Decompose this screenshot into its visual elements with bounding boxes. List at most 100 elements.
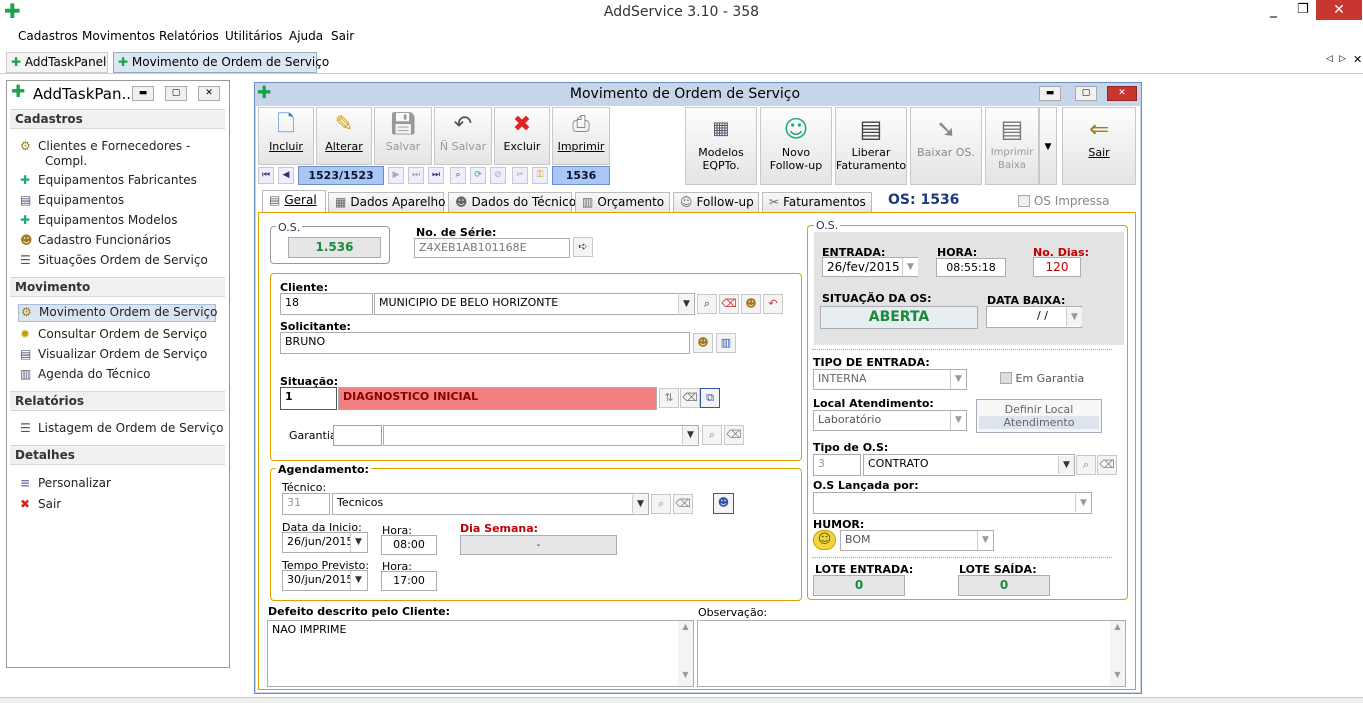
tab-faturamentos[interactable]: ✂ Faturamentos [762,192,872,212]
observacao-textarea[interactable] [697,620,1126,687]
menu-relatorios[interactable]: Relatórios [159,29,219,43]
situacao-sort-button[interactable]: ⇅ [659,388,679,408]
sidebar-item-personalizar[interactable]: ≡ Personalizar [20,476,111,490]
solicitante-user-button[interactable]: ☻ [693,333,713,353]
tab-followup[interactable]: ☺ Follow-up [673,192,759,212]
observacao-scrollbar[interactable]: ▲ ▼ [1110,621,1125,686]
hora-inicio-field[interactable]: 08:00 [381,535,437,555]
tab-dados-tecnico[interactable]: ☻ Dados do Técnico [448,192,576,212]
win-restore-button[interactable]: ▢ [1075,86,1097,101]
panel-minimize-button[interactable]: ▬ [132,86,154,101]
refresh-icon[interactable]: ⟳ [470,167,486,184]
tab-scroll-right-icon[interactable]: ▷ [1339,54,1346,64]
chevron-down-icon[interactable]: ▼ [950,411,966,430]
sidebar-item-fabricantes[interactable]: ✚ Equipamentos Fabricantes [20,173,197,187]
close-button[interactable]: ✕ [1316,0,1362,20]
nav-prev-button[interactable]: ◀ [278,167,294,184]
tab-geral[interactable]: ▤ Geral [262,190,326,212]
chevron-down-icon[interactable]: ▼ [678,295,694,313]
cliente-users-button[interactable]: ☻ [741,294,761,314]
keys-icon[interactable]: ⚿ [532,167,548,184]
modelos-eqpto-button[interactable]: ▦ Modelos EQPTo. [685,107,757,185]
tab-dados-aparelho[interactable]: ▦ Dados Aparelho [328,192,445,212]
nav-first-button[interactable]: ⏮ [258,167,274,184]
chevron-down-icon[interactable]: ▼ [350,571,366,590]
tipo-os-select[interactable]: CONTRATO [863,454,1075,476]
tecnico-code-field[interactable]: 31 [282,493,330,515]
em-garantia-checkbox[interactable]: Em Garantia [1000,372,1084,385]
doc-tab-movimento[interactable]: ✚ Movimento de Ordem de Serviço [113,52,329,73]
sidebar-item-agenda[interactable]: ▥ Agenda do Técnico [20,367,151,381]
serie-field[interactable]: Z4XEB1AB101168E [414,238,570,258]
sidebar-item-listagem[interactable]: ☰ Listagem de Ordem de Serviço [20,421,223,435]
tab-orcamento[interactable]: ▥ Orçamento [575,192,670,212]
nav-last-button[interactable]: ⏭ [408,167,424,184]
sair-button[interactable]: ⇐ Sair [1062,107,1136,185]
excluir-button[interactable]: ✖ Excluir [494,107,550,165]
sidebar-item-consultar-os[interactable]: ✹ Consultar Ordem de Serviço [20,327,207,341]
menu-ajuda[interactable]: Ajuda [289,29,323,43]
os-impressa-checkbox[interactable]: OS Impressa [1018,194,1109,208]
imprimir-baixa-dropdown[interactable]: ▼ [1039,107,1057,185]
sidebar-item-situacoes[interactable]: ☰ Situações Ordem de Serviço [20,253,208,267]
menu-utilitarios[interactable]: Utilitários [225,29,282,43]
minimize-button[interactable]: _ [1270,2,1277,18]
sidebar-item-visualizar-os[interactable]: ▤ Visualizar Ordem de Serviço [20,347,207,361]
nav-end-button[interactable]: ⏭ [428,167,444,184]
situacao-code-field[interactable]: 1 [280,387,337,410]
tools-icon[interactable]: ✂ [512,167,528,184]
baixar-os-button[interactable]: ➘ Baixar OS. [910,107,982,185]
doc-tab-addtaskpanel[interactable]: ✚ AddTaskPanel [6,52,108,73]
imprimir-button[interactable]: ⎙ Imprimir [552,107,610,165]
chevron-down-icon[interactable]: ▼ [350,533,366,552]
win-minimize-button[interactable]: ▬ [1039,86,1061,101]
liberar-faturamento-button[interactable]: ▤ Liberar Faturamento [835,107,907,185]
salvar-button[interactable]: 💾︎ Salvar [374,107,432,165]
menu-movimentos[interactable]: Movimentos [82,29,155,43]
cliente-back-button[interactable]: ↶ [763,294,783,314]
imprimir-baixa-button[interactable]: ▤ Imprimir Baixa [985,107,1039,185]
garantia-select[interactable] [383,425,699,446]
local-select[interactable]: Laboratório [813,410,967,431]
cliente-search-button[interactable]: ⌕ [697,294,717,314]
tab-close-icon[interactable]: ✕ [1353,53,1362,66]
chevron-down-icon[interactable]: ▼ [977,531,993,550]
sidebar-item-clientes-line2[interactable]: Compl. [45,154,87,168]
situacao-copy-button[interactable]: ⧉ [700,388,720,408]
hora-fim-field[interactable]: 17:00 [381,571,437,591]
tecnico-eraser-button[interactable]: ⌫ [673,494,693,514]
garantia-code-field[interactable] [333,425,382,446]
sidebar-item-movimento-os[interactable]: ⚙ Movimento Ordem de Serviço [18,304,217,322]
tipo-os-eraser-button[interactable]: ⌫ [1097,455,1117,475]
serie-go-button[interactable]: ➪ [573,237,593,257]
chevron-down-icon[interactable]: ▼ [950,370,966,389]
incluir-button[interactable]: 🗋 Incluir [258,107,314,165]
humor-select[interactable]: BOM [840,530,994,551]
situacao-eraser-button[interactable]: ⌫ [680,388,700,408]
sidebar-item-modelos[interactable]: ✚ Equipamentos Modelos [20,213,178,227]
sidebar-item-clientes[interactable]: ⚙ Clientes e Fornecedores - [20,139,190,153]
novo-followup-button[interactable]: ☺ Novo Follow-up [760,107,832,185]
panel-close-button[interactable]: ✕ [198,86,220,101]
cliente-code-field[interactable]: 18 [280,293,373,315]
cliente-name-select[interactable]: MUNICIPIO DE BELO HORIZONTE [374,293,695,315]
win-close-button[interactable]: ✕ [1107,86,1137,101]
panel-restore-button[interactable]: ▢ [165,86,187,101]
chevron-down-icon[interactable]: ▼ [1058,456,1074,474]
tab-scroll-left-icon[interactable]: ◁ [1326,54,1333,64]
chevron-down-icon[interactable]: ▼ [632,495,648,513]
solicitante-field[interactable]: BRUNO [280,332,690,354]
solicitante-book-button[interactable]: ▥ [716,333,736,353]
tecnico-search-button[interactable]: ⌕ [651,494,671,514]
sidebar-item-equipamentos[interactable]: ▤ Equipamentos [20,193,124,207]
restore-button[interactable]: ❐ [1297,2,1309,17]
defeito-scrollbar[interactable]: ▲ ▼ [678,621,693,686]
defeito-textarea[interactable]: NAO IMPRIME [267,620,694,687]
tecnico-agenda-button[interactable]: ☻ [713,493,734,514]
nao-salvar-button[interactable]: ↶ Ñ Salvar [434,107,492,165]
garantia-eraser-button[interactable]: ⌫ [724,425,744,445]
tecnico-select[interactable]: Tecnicos [332,493,649,515]
definir-local-button[interactable]: Definir Local Atendimento [976,399,1102,433]
menu-sair[interactable]: Sair [331,29,354,43]
tipo-os-search-button[interactable]: ⌕ [1076,455,1096,475]
